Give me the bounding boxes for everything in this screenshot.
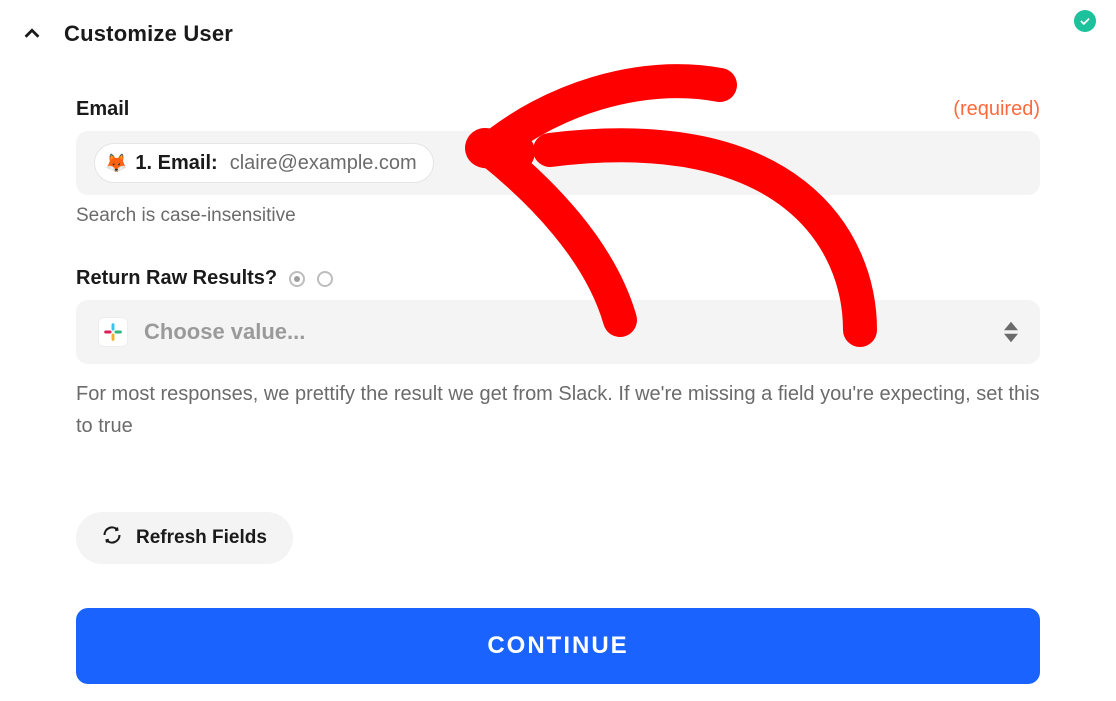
refresh-label: Refresh Fields (136, 527, 267, 549)
select-caret-icon (1004, 321, 1018, 343)
token-value: claire@example.com (230, 152, 417, 175)
raw-results-select[interactable]: Choose value... (76, 300, 1040, 364)
section-title: Customize User (64, 21, 233, 47)
raw-results-label: Return Raw Results? (76, 267, 277, 290)
email-label: Email (76, 98, 129, 121)
email-helper-text: Search is case-insensitive (76, 205, 1040, 227)
slack-icon (98, 317, 128, 347)
collapse-chevron-icon[interactable] (18, 20, 46, 48)
required-tag: (required) (953, 98, 1040, 121)
raw-results-description: For most responses, we prettify the resu… (76, 378, 1040, 442)
raw-results-radio-custom[interactable] (317, 271, 333, 287)
wpforms-icon: 🦊 (105, 154, 127, 172)
token-label: 1. Email: (135, 152, 217, 175)
continue-button[interactable]: CONTINUE (76, 608, 1040, 684)
refresh-icon (102, 525, 122, 551)
email-input[interactable]: 🦊 1. Email: claire@example.com (76, 131, 1040, 195)
refresh-fields-button[interactable]: Refresh Fields (76, 512, 293, 564)
email-mapped-token[interactable]: 🦊 1. Email: claire@example.com (94, 143, 434, 183)
raw-results-radio-default[interactable] (289, 271, 305, 287)
status-check-icon (1074, 10, 1096, 32)
select-placeholder: Choose value... (144, 319, 305, 345)
